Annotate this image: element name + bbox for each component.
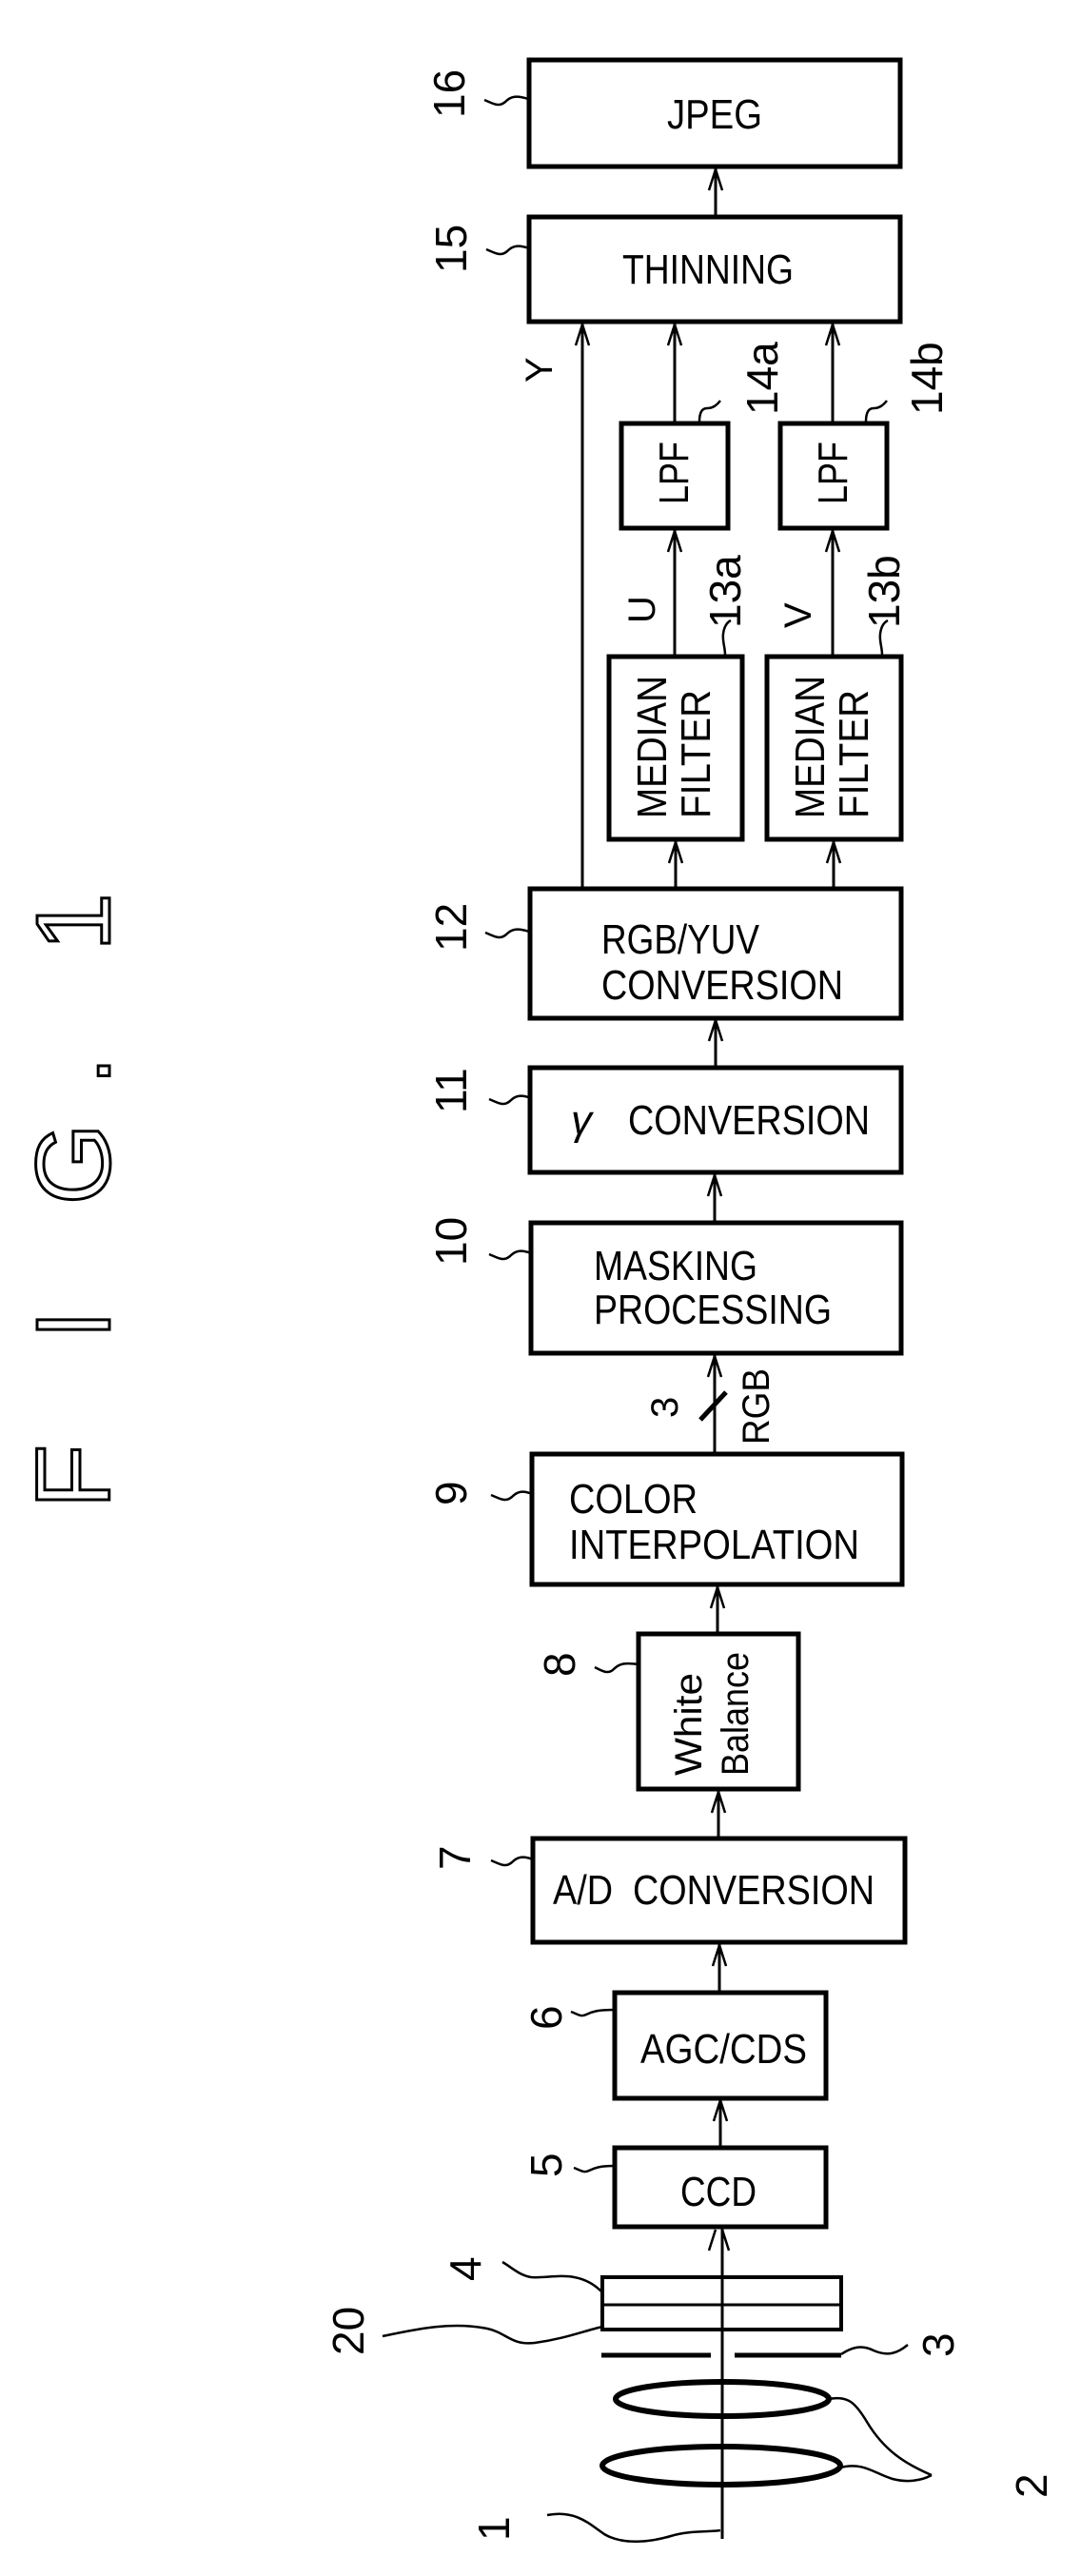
block-gamma: γ CONVERSION 11 [426, 1065, 904, 1175]
bus-name-label: RGB [736, 1368, 777, 1445]
block-median-b: MEDIAN FILTER 13b [764, 555, 909, 842]
leader-8 [594, 1662, 639, 1674]
ref-15: 15 [426, 225, 476, 273]
block-color-interpolation: COLOR INTERPOLATION 9 [426, 1451, 905, 1587]
block-color-interp-line2: INTERPOLATION [569, 1522, 859, 1568]
block-lpf-a: LPF 14a [619, 342, 787, 531]
block-masking-line1: MASKING [594, 1243, 757, 1289]
leader-16 [483, 95, 529, 107]
block-gamma-label: CONVERSION [628, 1097, 870, 1144]
ref-9: 9 [426, 1481, 476, 1505]
block-masking-line2: PROCESSING [594, 1287, 832, 1333]
block-ad-label: A/D CONVERSION [553, 1867, 875, 1914]
leader-2a [828, 2396, 933, 2477]
block-jpeg-label: JPEG [667, 91, 762, 138]
leader-1 [546, 2512, 721, 2543]
block-wb-line2: Balance [715, 1652, 757, 1776]
gamma-symbol: γ [571, 1097, 595, 1144]
ref-1: 1 [469, 2516, 519, 2541]
block-ad-conversion: A/D CONVERSION 7 [430, 1836, 908, 1945]
block-rgb-yuv: RGB/YUV CONVERSION 12 [426, 886, 904, 1021]
signal-y-label: Y [519, 357, 560, 383]
ref-8: 8 [535, 1652, 584, 1677]
block-wb-line1: White [668, 1673, 710, 1776]
leader-12 [484, 928, 530, 939]
leader-7 [490, 1856, 534, 1867]
ref-3: 3 [914, 2332, 963, 2357]
ref-4: 4 [441, 2256, 490, 2281]
bus-width-label: 3 [644, 1397, 686, 1418]
ref-14a: 14a [737, 342, 787, 415]
block-rgb-yuv-line1: RGB/YUV [601, 916, 760, 963]
lens-group: 2 [599, 2379, 1056, 2498]
block-thinning-label: THINNING [622, 246, 794, 293]
leader-6 [570, 2008, 616, 2017]
figure-title: F I G. 1 [15, 855, 132, 1508]
block-white-balance: White Balance 8 [535, 1631, 801, 1792]
block-masking: MASKING PROCESSING 10 [426, 1217, 904, 1356]
leader-20 [382, 2324, 603, 2345]
block-jpeg: JPEG 16 [424, 57, 903, 169]
ref-6: 6 [521, 2005, 571, 2030]
signal-u-label: U [621, 596, 663, 623]
optical-axis-label: 1 [469, 2512, 721, 2543]
ref-2: 2 [1007, 2473, 1056, 2498]
block-median-b-line2: FILTER [831, 690, 877, 818]
leader-3 [840, 2344, 909, 2356]
ref-20: 20 [324, 2307, 373, 2355]
block-median-a-line2: FILTER [673, 690, 719, 818]
block-agc-label: AGC/CDS [640, 2026, 807, 2073]
block-rgb-yuv-line2: CONVERSION [601, 962, 843, 1009]
ref-16: 16 [424, 69, 474, 118]
leader-14b [864, 400, 888, 423]
ref-5: 5 [521, 2153, 571, 2177]
leader-10 [488, 1249, 532, 1261]
ref-13a: 13a [700, 555, 750, 628]
block-ccd-label: CCD [680, 2169, 757, 2215]
block-lpf-b: LPF 14b [777, 342, 952, 531]
ref-12: 12 [426, 903, 476, 952]
ref-13b: 13b [859, 555, 909, 628]
rgb-bus: 3 RGB [644, 1368, 777, 1445]
block-median-a-line1: MEDIAN [629, 676, 676, 818]
ref-10: 10 [426, 1217, 476, 1266]
leader-14a [698, 400, 721, 423]
arrow-icon [707, 2229, 731, 2252]
block-lpf-a-label: LPF [651, 442, 698, 504]
ref-7: 7 [430, 1845, 480, 1870]
signal-v-label: V [777, 602, 819, 628]
block-color-interp-line1: COLOR [569, 1476, 698, 1523]
ref-11: 11 [426, 1068, 476, 1113]
block-thinning: THINNING 15 [426, 214, 903, 324]
optical-filter: 4 20 [324, 2256, 843, 2355]
leader-11 [488, 1094, 532, 1106]
leader-5 [573, 2164, 616, 2173]
leader-4 [501, 2260, 603, 2293]
leader-9 [490, 1490, 533, 1502]
aperture: 3 [601, 2332, 963, 2358]
ref-14b: 14b [902, 342, 952, 415]
block-median-b-line1: MEDIAN [787, 676, 834, 818]
block-ccd: CCD 5 [521, 2145, 829, 2230]
block-diagram: F I G. 1 JPEG 16 THINNING 15 LPF 14a LPF… [14, 57, 1056, 2543]
leader-15 [485, 245, 530, 256]
block-agc-cds: AGC/CDS 6 [521, 1990, 829, 2101]
block-lpf-b-label: LPF [810, 442, 856, 504]
